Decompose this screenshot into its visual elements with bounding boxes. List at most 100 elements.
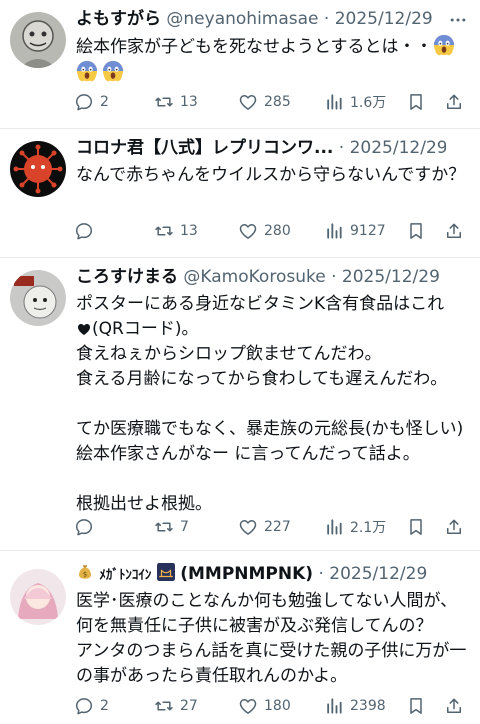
bridge-at-night-icon bbox=[156, 563, 175, 581]
views-icon bbox=[324, 92, 344, 112]
avatar[interactable] bbox=[10, 569, 66, 625]
reply-icon bbox=[74, 517, 94, 537]
timeline-feed: よもすがら @neyanohimasae · 2025/12/29 絵本作家が子… bbox=[0, 0, 480, 724]
reply-count: 2 bbox=[100, 94, 109, 110]
reply-button[interactable]: 2 bbox=[74, 88, 109, 116]
tweet-text: 医学･医療のことなんか何も勉強してない人間が、何を無責任に子供に被害が及ぶ発信し… bbox=[76, 591, 467, 686]
separator: · bbox=[318, 564, 324, 584]
tweet[interactable]: ころすけまる @KamoKorosuke · 2025/12/29 ポスターにあ… bbox=[0, 258, 480, 550]
retweet-button[interactable]: 7 bbox=[154, 513, 189, 541]
like-count: 227 bbox=[264, 519, 291, 535]
heart-icon bbox=[238, 696, 258, 716]
views-button[interactable]: 2.1万 bbox=[324, 513, 386, 541]
separator: · bbox=[331, 267, 337, 287]
tweet-text-part-2: (QRコード)。 食えねぇからシロップ飲ませてんだわ。 食える月齢になってから食… bbox=[76, 319, 464, 514]
black-heart-icon bbox=[78, 324, 90, 335]
retweet-icon bbox=[154, 92, 174, 112]
timestamp[interactable]: 2025/12/29 bbox=[342, 267, 440, 287]
bookmark-button[interactable] bbox=[406, 692, 426, 720]
tweet-header: コロナ君【八式】レプリコンワ... · 2025/12/29 bbox=[76, 135, 446, 161]
retweet-icon bbox=[154, 517, 174, 537]
views-icon bbox=[324, 696, 344, 716]
scream-emoji bbox=[433, 34, 455, 56]
retweet-button[interactable]: 13 bbox=[154, 88, 198, 116]
retweet-button[interactable]: 27 bbox=[154, 692, 198, 720]
retweet-count: 27 bbox=[180, 698, 198, 714]
tweet-text-part-1: ポスターにある身近なビタミンK含有食品はこれ bbox=[76, 294, 445, 314]
scream-emoji bbox=[102, 60, 124, 82]
retweet-count: 7 bbox=[180, 519, 189, 535]
views-button[interactable]: 1.6万 bbox=[324, 88, 386, 116]
avatar[interactable] bbox=[10, 12, 66, 68]
timestamp[interactable]: 2025/12/29 bbox=[350, 138, 446, 158]
retweet-count: 13 bbox=[180, 223, 198, 239]
bookmark-icon bbox=[406, 517, 426, 537]
separator: · bbox=[338, 138, 345, 158]
like-count: 180 bbox=[264, 698, 291, 714]
tweet-header: $ ﾒｶﾞﾄﾝｺｲﾝ (MMPNMPNK) · 2025/12/29 bbox=[76, 561, 446, 587]
retweet-icon bbox=[154, 221, 174, 241]
tweet-header: ころすけまる @KamoKorosuke · 2025/12/29 bbox=[76, 264, 446, 290]
timestamp[interactable]: 2025/12/29 bbox=[329, 564, 427, 584]
heart-icon bbox=[238, 92, 258, 112]
views-icon bbox=[324, 517, 344, 537]
bookmark-button[interactable] bbox=[406, 513, 426, 541]
tweet-actions: 13 280 9127 bbox=[72, 217, 470, 245]
scream-emoji bbox=[76, 60, 98, 82]
avatar[interactable] bbox=[10, 270, 66, 326]
retweet-icon bbox=[154, 696, 174, 716]
like-button[interactable]: 227 bbox=[238, 513, 291, 541]
views-count: 1.6万 bbox=[350, 95, 387, 111]
money-bag-icon: $ bbox=[79, 565, 91, 579]
share-icon bbox=[444, 517, 464, 537]
views-count: 2398 bbox=[350, 698, 386, 714]
tweet[interactable]: コロナ君【八式】レプリコンワ... · 2025/12/29 なんで赤ちゃんをウ… bbox=[0, 129, 480, 257]
more-icon[interactable] bbox=[446, 8, 470, 32]
like-button[interactable]: 285 bbox=[238, 88, 291, 116]
share-icon bbox=[444, 221, 464, 241]
views-icon bbox=[324, 221, 344, 241]
tweet-text: ポスターにある身近なビタミンK含有食品はこれ (QRコード)。 食えねぇからシロ… bbox=[76, 292, 470, 514]
reply-button[interactable] bbox=[74, 217, 94, 245]
share-button[interactable] bbox=[444, 513, 464, 541]
display-name[interactable]: ころすけまる bbox=[76, 267, 178, 287]
timestamp[interactable]: 2025/12/29 bbox=[335, 9, 433, 29]
reply-button[interactable] bbox=[74, 513, 94, 541]
bookmark-button[interactable] bbox=[406, 88, 426, 116]
share-button[interactable] bbox=[444, 692, 464, 720]
views-count: 2.1万 bbox=[350, 520, 387, 536]
share-icon bbox=[444, 92, 464, 112]
tweet[interactable]: $ ﾒｶﾞﾄﾝｺｲﾝ (MMPNMPNK) · 2025/12/29 医学･医療… bbox=[0, 551, 480, 724]
retweet-button[interactable]: 13 bbox=[154, 217, 198, 245]
tweet-text: なんで赤ちゃんをウイルスから守らないんですか？ bbox=[76, 165, 466, 185]
bookmark-button[interactable] bbox=[406, 217, 426, 245]
views-button[interactable]: 9127 bbox=[324, 217, 386, 245]
tweet[interactable]: よもすがら @neyanohimasae · 2025/12/29 絵本作家が子… bbox=[0, 0, 480, 128]
tweet-actions: 7 227 2.1万 bbox=[72, 513, 470, 541]
svg-text:$: $ bbox=[83, 571, 87, 579]
display-name-katakana[interactable]: ﾒｶﾞﾄﾝｺｲﾝ bbox=[99, 568, 151, 583]
like-button[interactable]: 180 bbox=[238, 692, 291, 720]
avatar[interactable] bbox=[10, 141, 66, 197]
handle[interactable]: @neyanohimasae bbox=[166, 9, 318, 29]
tweet-text-part-1: 絵本作家が子どもを死なせようとするとは・・ bbox=[76, 37, 433, 57]
share-button[interactable] bbox=[444, 88, 464, 116]
display-name[interactable]: よもすがら bbox=[76, 9, 161, 29]
reply-icon bbox=[74, 696, 94, 716]
like-button[interactable]: 280 bbox=[238, 217, 291, 245]
reply-icon bbox=[74, 221, 94, 241]
reply-icon bbox=[74, 92, 94, 112]
views-button[interactable]: 2398 bbox=[324, 692, 386, 720]
reply-button[interactable]: 2 bbox=[74, 692, 109, 720]
reply-count: 2 bbox=[100, 698, 109, 714]
share-button[interactable] bbox=[444, 217, 464, 245]
like-count: 285 bbox=[264, 94, 291, 110]
handle[interactable]: @KamoKorosuke bbox=[183, 267, 325, 287]
bookmark-icon bbox=[406, 696, 426, 716]
separator: · bbox=[323, 9, 330, 29]
display-name[interactable]: コロナ君【八式】レプリコンワ... bbox=[76, 138, 333, 158]
display-name[interactable]: (MMPNMPNK) bbox=[180, 564, 313, 584]
bookmark-icon bbox=[406, 92, 426, 112]
heart-icon bbox=[238, 517, 258, 537]
views-count: 9127 bbox=[350, 223, 386, 239]
